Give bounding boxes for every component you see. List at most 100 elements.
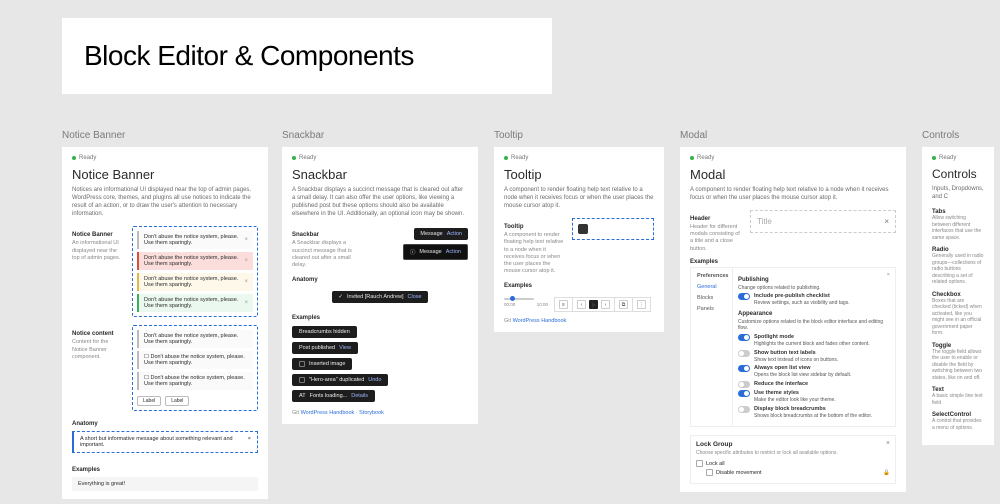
toggle[interactable] bbox=[738, 365, 750, 372]
control-desc: Boxes that are checked (ticked) when act… bbox=[932, 298, 984, 337]
tooltip-anchor-icon bbox=[578, 224, 588, 234]
label-button[interactable]: Label bbox=[137, 396, 161, 406]
toggle-row: Spotlight modeHighlights the current blo… bbox=[738, 334, 890, 348]
tab-blocks[interactable]: Blocks bbox=[695, 294, 728, 302]
examples-heading: Examples bbox=[504, 283, 654, 289]
time-end: 10:00 bbox=[537, 302, 548, 307]
snackbar-example: Inserted image bbox=[292, 358, 352, 370]
preferences-tabs: Preferences General Blocks Panels bbox=[691, 268, 733, 426]
close-icon[interactable]: × bbox=[244, 279, 248, 285]
toggle[interactable] bbox=[738, 293, 750, 300]
sheet-description: Inputs, Dropdowns, and C bbox=[932, 185, 984, 201]
notice-error: Don't abuse the notice system, please. U… bbox=[137, 252, 253, 270]
pref-group-heading: Appearance bbox=[738, 311, 890, 317]
control-item: TabsAllow switching between different in… bbox=[932, 209, 984, 241]
toggle[interactable] bbox=[738, 390, 750, 397]
checkbox-icon bbox=[706, 469, 713, 476]
status-ready: Ready bbox=[504, 155, 654, 161]
preferences-title: Preferences bbox=[695, 272, 728, 280]
toggle[interactable] bbox=[738, 350, 750, 357]
toggle-row: Include pre-publish checklistReview sett… bbox=[738, 293, 890, 307]
notice-content-line: Don't abuse the notice system, please. U… bbox=[137, 330, 253, 348]
toggle[interactable] bbox=[738, 406, 750, 413]
modal-header-frame: Title × bbox=[750, 210, 896, 233]
link-storybook[interactable]: Storybook bbox=[359, 410, 384, 416]
control-desc: A control that provides a menu of option… bbox=[932, 418, 984, 431]
snackbar-example: Post publishedView bbox=[292, 342, 358, 354]
lock-title: Lock Group bbox=[696, 441, 890, 448]
snackbar-sample: MessageAction bbox=[414, 228, 468, 240]
sheet-heading: Tooltip bbox=[504, 167, 654, 182]
toggle-row: Display block breadcrumbsShows block bre… bbox=[738, 406, 890, 420]
toggle-row: Reduce the interface bbox=[738, 381, 890, 388]
close-icon[interactable]: × bbox=[248, 436, 251, 448]
next-button[interactable]: › bbox=[601, 300, 610, 309]
align-left-button[interactable]: ≡ bbox=[559, 300, 568, 309]
toggle[interactable] bbox=[738, 334, 750, 341]
lock-icon: 🔒 bbox=[883, 470, 890, 476]
sheet-description: Notices are informational UI displayed n… bbox=[72, 186, 258, 218]
examples-heading: Examples bbox=[292, 315, 468, 321]
footer-links: Git WordPress Handbook · Storybook bbox=[292, 410, 468, 416]
notice-default: Don't abuse the notice system, please. U… bbox=[137, 231, 253, 249]
examples-heading: Examples bbox=[690, 259, 896, 265]
toggle[interactable] bbox=[738, 381, 750, 388]
sheet-heading: Snackbar bbox=[292, 167, 468, 182]
snackbar-example: "Hero-area" duplicatedUndo bbox=[292, 374, 388, 386]
sheet-heading: Controls bbox=[932, 167, 984, 181]
sheet-tooltip: Ready Tooltip A component to render floa… bbox=[494, 147, 664, 332]
subheading: Tooltip bbox=[504, 224, 564, 230]
link-button[interactable]: ⧉ bbox=[619, 300, 628, 309]
status-dot-icon bbox=[72, 156, 76, 160]
close-icon[interactable]: × bbox=[244, 237, 248, 243]
notice-variants-frame: Don't abuse the notice system, please. U… bbox=[132, 226, 258, 317]
control-item: CheckboxBoxes that are checked (ticked) … bbox=[932, 292, 984, 337]
page-title-card: Block Editor & Components bbox=[62, 18, 552, 94]
close-icon[interactable]: × bbox=[887, 272, 890, 278]
status-ready: Ready bbox=[932, 155, 984, 161]
subheading: Header bbox=[690, 216, 742, 222]
link-handbook[interactable]: WordPress Handbook bbox=[513, 318, 567, 324]
status-dot-icon bbox=[932, 156, 936, 160]
subheading: Notice Banner bbox=[72, 232, 124, 238]
tab-general[interactable]: General bbox=[695, 283, 728, 291]
control-item: TextA basic simple line text field bbox=[932, 387, 984, 406]
close-icon[interactable]: × bbox=[886, 440, 890, 447]
notice-warning: Don't abuse the notice system, please. U… bbox=[137, 273, 253, 291]
status-ready: Ready bbox=[292, 155, 468, 161]
sheet-controls: Ready Controls Inputs, Dropdowns, and C … bbox=[922, 147, 994, 445]
close-icon[interactable]: × bbox=[244, 258, 248, 264]
control-item: ToggleThe toggle field allows the user t… bbox=[932, 343, 984, 382]
subdescription: A component to render floating help text… bbox=[504, 232, 564, 275]
play-button[interactable] bbox=[589, 300, 598, 309]
section-label: Modal bbox=[680, 130, 906, 141]
status-dot-icon bbox=[504, 156, 508, 160]
pref-group-heading: Publishing bbox=[738, 277, 890, 283]
preferences-modal: Preferences General Blocks Panels × Publ… bbox=[690, 267, 896, 427]
link-handbook[interactable]: WordPress Handbook bbox=[301, 410, 355, 416]
play-icon bbox=[592, 302, 596, 308]
examples-heading: Examples bbox=[72, 467, 258, 473]
sheet-heading: Notice Banner bbox=[72, 167, 258, 182]
duplicate-icon bbox=[299, 377, 305, 383]
notice-content-line: ☐ Don't abuse the notice system, please.… bbox=[137, 372, 253, 390]
label-button[interactable]: Label bbox=[165, 396, 189, 406]
media-toolbar: ≡ ‹ › ⧉ ⋮ bbox=[554, 297, 651, 312]
tab-panels[interactable]: Panels bbox=[695, 305, 728, 313]
subdescription: Content for the Notice Banner component. bbox=[72, 339, 124, 360]
slider[interactable] bbox=[504, 298, 534, 300]
lock-description: Choose specific attributes to restrict o… bbox=[696, 450, 890, 456]
close-icon[interactable]: × bbox=[884, 217, 889, 226]
status-dot-icon bbox=[690, 156, 694, 160]
anatomy-heading: Anatomy bbox=[292, 277, 468, 283]
sheet-modal: Ready Modal A component to render floati… bbox=[680, 147, 906, 492]
checkbox-row[interactable]: Lock all bbox=[696, 460, 890, 467]
prev-button[interactable]: ‹ bbox=[577, 300, 586, 309]
control-item: RadioGenerally used in radio groups—coll… bbox=[932, 247, 984, 286]
checkbox-row[interactable]: Disable movement🔒 bbox=[706, 469, 890, 476]
snackbar-example: ATFonts loading...Details bbox=[292, 390, 375, 402]
toggle-row: Always open list viewOpens the block lis… bbox=[738, 365, 890, 379]
section-tooltip: Tooltip Ready Tooltip A component to ren… bbox=[494, 130, 664, 332]
more-button[interactable]: ⋮ bbox=[637, 300, 646, 309]
close-icon[interactable]: × bbox=[244, 300, 248, 306]
